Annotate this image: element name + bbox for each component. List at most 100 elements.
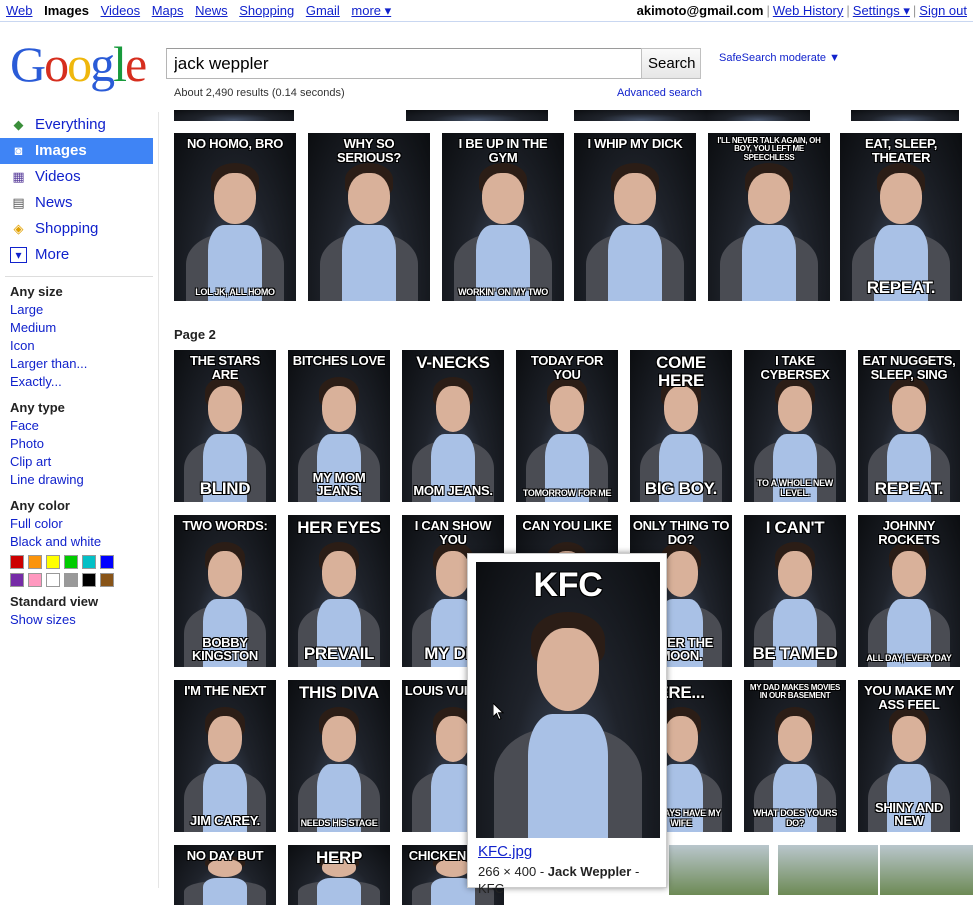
thumbnail-caption-bottom: BIG BOY. — [644, 479, 718, 499]
preview-filename-link[interactable]: KFC.jpg — [478, 843, 532, 860]
thumbnail-caption-top: BITCHES LOVE — [292, 353, 386, 368]
image-result-thumbnail[interactable] — [706, 110, 810, 121]
image-result-thumbnail[interactable]: THIS DIVA NEEDS HIS STAGE — [288, 680, 390, 832]
image-result-thumbnail[interactable] — [851, 110, 959, 121]
sidebar-item-news[interactable]: ▤ News — [0, 190, 153, 216]
color-swatch[interactable] — [64, 573, 78, 587]
top-nav-images[interactable]: Images — [44, 3, 89, 18]
show-sizes-link[interactable]: Show sizes — [10, 611, 158, 629]
image-result-thumbnail[interactable] — [406, 110, 548, 121]
image-result-thumbnail[interactable]: I WHIP MY DICK — [574, 133, 696, 301]
image-result-thumbnail[interactable]: HERP — [288, 845, 390, 905]
sidebar-item-more[interactable]: ▾ More — [0, 242, 153, 268]
sidebar-item-label: More — [35, 246, 70, 263]
image-result-thumbnail[interactable]: EAT NUGGETS, SLEEP, SING REPEAT. — [858, 350, 960, 502]
portrait-figure — [574, 133, 696, 301]
image-result-thumbnail[interactable]: V-NECKS MOM JEANS. — [402, 350, 504, 502]
top-nav-shopping[interactable]: Shopping — [239, 3, 294, 18]
color-swatch[interactable] — [100, 573, 114, 587]
image-result-thumbnail[interactable]: THE STARS ARE BLIND — [174, 350, 276, 502]
search-input[interactable] — [166, 48, 642, 79]
color-black-white[interactable]: Black and white — [10, 533, 158, 551]
image-result-thumbnail[interactable]: YOU MAKE MY ASS FEEL SHINY AND NEW — [858, 680, 960, 832]
settings-link[interactable]: Settings ▾ — [853, 3, 910, 18]
thumbnail-caption-top: I WHIP MY DICK — [587, 136, 683, 151]
size-large[interactable]: Large — [10, 301, 158, 319]
type-photo[interactable]: Photo — [10, 435, 158, 453]
sidebar-divider — [158, 112, 159, 888]
color-swatch[interactable] — [10, 555, 24, 569]
google-logo[interactable]: Google — [10, 36, 150, 92]
top-nav-gmail[interactable]: Gmail — [306, 3, 340, 18]
image-result-thumbnail[interactable]: TWO WORDS: BOBBY KINGSTON — [174, 515, 276, 667]
chevron-down-icon: ▾ — [10, 247, 27, 263]
image-result-thumbnail[interactable]: WHY SO SERIOUS? — [308, 133, 430, 301]
size-exactly[interactable]: Exactly... — [10, 373, 158, 391]
top-nav-news[interactable]: News — [195, 3, 228, 18]
image-result-thumbnail[interactable]: BITCHES LOVE MY MOM JEANS. — [288, 350, 390, 502]
top-navigation-bar: Web Images Videos Maps News Shopping Gma… — [0, 0, 973, 22]
image-result-thumbnail[interactable]: COME HERE BIG BOY. — [630, 350, 732, 502]
type-line-drawing[interactable]: Line drawing — [10, 471, 158, 489]
color-swatch[interactable] — [82, 555, 96, 569]
top-nav-maps[interactable]: Maps — [152, 3, 184, 18]
color-filter-title[interactable]: Any color — [10, 497, 158, 515]
safesearch-dropdown[interactable]: SafeSearch moderate ▼ — [719, 52, 840, 64]
thumbnail-caption-top: MY DAD MAKES MOVIES IN OUR BASEMENT — [749, 683, 841, 701]
image-result-thumbnail[interactable]: MY DAD MAKES MOVIES IN OUR BASEMENT WHAT … — [744, 680, 846, 832]
sidebar-item-shopping[interactable]: ◈ Shopping — [0, 216, 153, 242]
thumbnail-caption-top: ONLY THING TO DO? — [632, 518, 730, 547]
image-result-thumbnail[interactable]: I'M THE NEXT JIM CAREY. — [174, 680, 276, 832]
image-result-thumbnail[interactable]: HER EYES PREVAIL — [288, 515, 390, 667]
image-result-thumbnail[interactable]: I CAN'T BE TAMED — [744, 515, 846, 667]
search-button[interactable]: Search — [641, 48, 701, 79]
image-result-thumbnail[interactable]: I TAKE CYBERSEX TO A WHOLE NEW LEVEL. — [744, 350, 846, 502]
image-result-thumbnail[interactable] — [574, 110, 708, 121]
sidebar-item-label: Videos — [35, 168, 81, 185]
type-filter-title[interactable]: Any type — [10, 399, 158, 417]
advanced-search-link[interactable]: Advanced search — [617, 87, 702, 99]
top-nav-web[interactable]: Web — [6, 3, 33, 18]
thumbnail-caption-top: I CAN'T — [765, 518, 825, 537]
size-medium[interactable]: Medium — [10, 319, 158, 337]
thumbnail-caption-bottom: SHINY AND NEW — [874, 799, 944, 829]
thumbnail-caption-bottom: BOBBY KINGSTON — [192, 634, 258, 664]
sidebar-item-videos[interactable]: ▦ Videos — [0, 164, 153, 190]
color-full[interactable]: Full color — [10, 515, 158, 533]
color-swatch[interactable] — [46, 573, 60, 587]
size-larger-than[interactable]: Larger than... — [10, 355, 158, 373]
color-swatch[interactable] — [46, 555, 60, 569]
image-result-thumbnail[interactable]: I'LL NEVER TALK AGAIN, OH BOY, YOU LEFT … — [708, 133, 830, 301]
preview-image[interactable]: KFC — [476, 562, 660, 838]
top-nav-more[interactable]: more ▾ — [351, 3, 391, 18]
color-swatch[interactable] — [28, 573, 42, 587]
top-nav-videos[interactable]: Videos — [101, 3, 141, 18]
color-swatch[interactable] — [28, 555, 42, 569]
image-result-thumbnail[interactable]: TODAY FOR YOU TOMORROW FOR ME — [516, 350, 618, 502]
thumbnail-caption-top: I BE UP IN THE GYM — [458, 136, 548, 165]
image-result-thumbnail[interactable]: I BE UP IN THE GYM WORKIN' ON MY TWO — [442, 133, 564, 301]
color-swatch[interactable] — [82, 573, 96, 587]
image-result-thumbnail[interactable]: EAT, SLEEP, THEATER REPEAT. — [840, 133, 962, 301]
sidebar-item-label: Everything — [35, 116, 106, 133]
image-result-thumbnail[interactable]: NO HOMO, BRO LOL JK, ALL HOMO — [174, 133, 296, 301]
thumbnail-caption-bottom: ALL DAY, EVERYDAY — [866, 652, 952, 663]
thumbnail-caption-bottom: MY MOM JEANS. — [312, 469, 366, 499]
thumbnail-caption-top: THE STARS ARE — [189, 353, 260, 382]
image-result-thumbnail[interactable]: JOHNNY ROCKETS ALL DAY, EVERYDAY — [858, 515, 960, 667]
size-filter-title[interactable]: Any size — [10, 283, 158, 301]
color-swatch[interactable] — [64, 555, 78, 569]
size-icon[interactable]: Icon — [10, 337, 158, 355]
sidebar-item-images[interactable]: ◙ Images — [0, 138, 153, 164]
image-result-thumbnail[interactable] — [174, 110, 294, 121]
type-face[interactable]: Face — [10, 417, 158, 435]
color-swatch[interactable] — [100, 555, 114, 569]
sign-out-link[interactable]: Sign out — [919, 3, 967, 18]
sidebar-item-everything[interactable]: ◆ Everything — [0, 112, 153, 138]
portrait-figure — [288, 680, 390, 832]
divider — [5, 276, 153, 277]
color-swatch[interactable] — [10, 573, 24, 587]
type-clip-art[interactable]: Clip art — [10, 453, 158, 471]
web-history-link[interactable]: Web History — [773, 3, 844, 18]
image-result-thumbnail[interactable]: NO DAY BUT — [174, 845, 276, 905]
